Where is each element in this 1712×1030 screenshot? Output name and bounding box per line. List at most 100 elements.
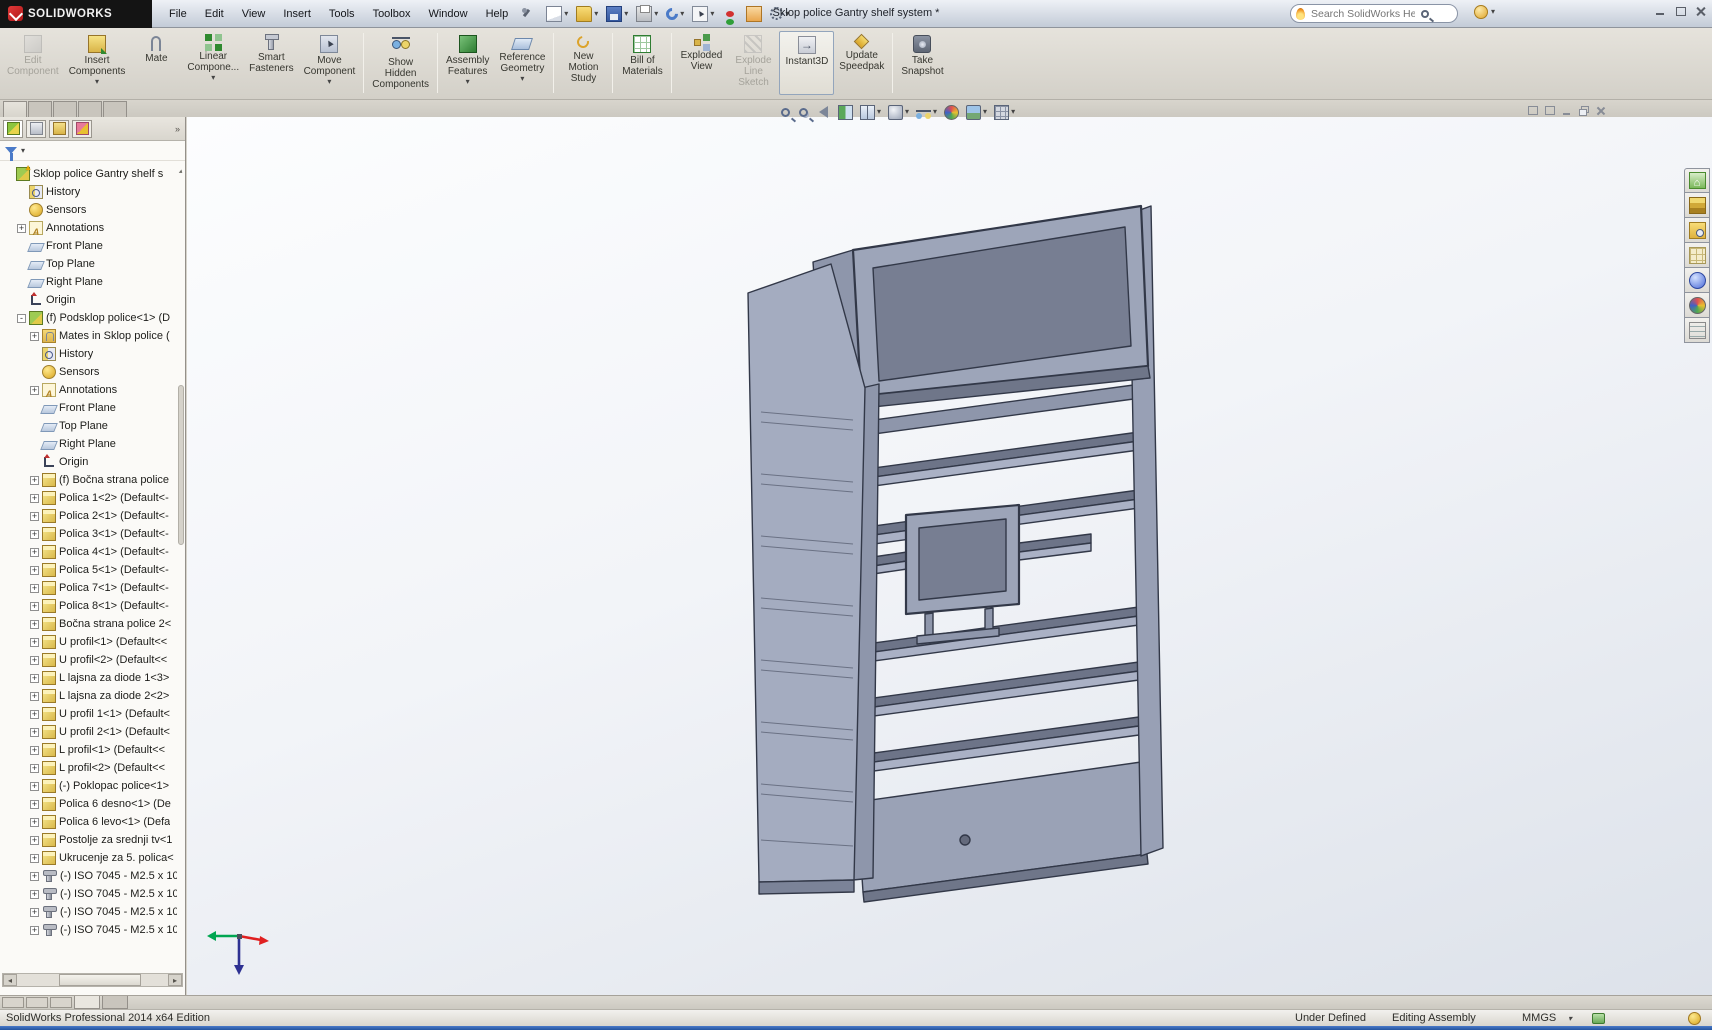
shelf-assembly-model[interactable] <box>727 192 1187 912</box>
tree-vertical-scrollbar[interactable] <box>178 385 184 545</box>
menu-item[interactable]: View <box>235 5 273 23</box>
tree-expander-icon[interactable]: + <box>30 710 39 719</box>
close-icon[interactable] <box>1695 6 1706 16</box>
tree-expander-icon[interactable]: + <box>30 764 39 773</box>
dropdown-arrow-icon[interactable] <box>983 108 987 116</box>
filter-funnel-icon[interactable] <box>5 147 17 154</box>
menu-item[interactable]: Insert <box>276 5 318 23</box>
tree-expander-icon[interactable]: + <box>30 584 39 593</box>
task-pane-tab[interactable] <box>1684 218 1710 243</box>
tree-expander-icon[interactable]: + <box>17 224 26 233</box>
menu-item[interactable]: Help <box>479 5 516 23</box>
quick-access-button[interactable] <box>633 4 661 24</box>
tree-expander-icon[interactable]: + <box>30 800 39 809</box>
scrollbar-thumb[interactable] <box>59 974 141 986</box>
dropdown-arrow-icon[interactable] <box>933 108 937 116</box>
tree-item[interactable]: + (-) ISO 7045 - M2.5 x 10 <box>0 921 177 939</box>
help-search-box[interactable] <box>1290 4 1458 23</box>
minimize-icon[interactable] <box>1562 106 1572 115</box>
tree-expander-icon[interactable]: + <box>30 728 39 737</box>
task-pane-tab[interactable] <box>1684 318 1710 343</box>
view-tool-button[interactable] <box>914 106 939 119</box>
panel-tab[interactable] <box>72 120 92 138</box>
ribbon-tab[interactable] <box>28 101 52 117</box>
model-tab[interactable] <box>102 996 128 1009</box>
task-pane-tab[interactable] <box>1684 293 1710 318</box>
quick-tips-icon[interactable] <box>1688 1012 1701 1025</box>
tree-item[interactable]: + Polica 6 desno<1> (De <box>0 795 177 813</box>
tree-item[interactable]: + Polica 2<1> (Default<- <box>0 507 177 525</box>
tree-item[interactable]: + U profil 1<1> (Default< <box>0 705 177 723</box>
task-pane-tab[interactable] <box>1684 193 1710 218</box>
tree-item[interactable]: + Bočna strana police 2< <box>0 615 177 633</box>
command-button[interactable]: Assembly Features <box>441 31 494 95</box>
command-button[interactable]: Mate <box>130 31 182 95</box>
tree-expander-icon[interactable]: + <box>30 656 39 665</box>
view-tool-button[interactable] <box>964 104 989 121</box>
tree-item[interactable]: History <box>0 183 177 201</box>
tree-item[interactable]: + Polica 1<2> (Default<- <box>0 489 177 507</box>
tree-expander-icon[interactable]: + <box>30 476 39 485</box>
model-tab[interactable] <box>74 996 100 1009</box>
tree-item[interactable]: + L profil<2> (Default<< <box>0 759 177 777</box>
tree-expander-icon[interactable]: + <box>30 746 39 755</box>
tree-item[interactable]: + Polica 8<1> (Default<- <box>0 597 177 615</box>
dropdown-arrow-icon[interactable] <box>95 78 99 86</box>
tree-item[interactable]: + Annotations <box>0 219 177 237</box>
tree-expander-icon[interactable]: + <box>30 890 39 899</box>
quick-access-button[interactable] <box>743 4 765 24</box>
view-tool-button[interactable] <box>836 104 855 121</box>
tree-expander-icon[interactable]: + <box>30 332 39 341</box>
command-button[interactable] <box>363 33 364 93</box>
tree-expander-icon[interactable]: + <box>30 674 39 683</box>
view-tool-button[interactable] <box>886 104 911 121</box>
tree-item[interactable]: + (f) Bočna strana police <box>0 471 177 489</box>
quick-access-button[interactable] <box>573 4 601 24</box>
quick-access-button[interactable] <box>663 6 687 22</box>
tree-item[interactable]: - (f) Podsklop police<1> (D <box>0 309 177 327</box>
dropdown-arrow-icon[interactable] <box>680 10 684 18</box>
command-button[interactable]: Show Hidden Components <box>367 31 434 95</box>
tree-item[interactable]: + U profil<1> (Default<< <box>0 633 177 651</box>
view-tool-button[interactable] <box>942 104 961 121</box>
tree-item[interactable]: + (-) ISO 7045 - M2.5 x 10 <box>0 885 177 903</box>
command-button[interactable]: Update Speedpak <box>834 31 889 95</box>
tree-item[interactable]: + L profil<1> (Default<< <box>0 741 177 759</box>
search-input[interactable] <box>1309 7 1417 21</box>
command-button[interactable] <box>671 33 672 93</box>
tree-expander-icon[interactable]: + <box>30 908 39 917</box>
dropdown-arrow-icon[interactable] <box>466 78 470 86</box>
task-pane-tab[interactable] <box>1684 243 1710 268</box>
help-community-button[interactable]: ▾ <box>1474 5 1495 19</box>
command-button[interactable]: Insert Components <box>64 31 131 95</box>
quick-access-button[interactable] <box>603 4 631 24</box>
tree-expander-icon[interactable]: + <box>30 386 39 395</box>
command-button[interactable]: Instant3D <box>779 31 834 95</box>
tree-horizontal-scrollbar[interactable] <box>2 973 183 987</box>
pane-splitter-button[interactable] <box>26 997 48 1008</box>
tree-item[interactable]: + L lajsna za diode 2<2> <box>0 687 177 705</box>
tree-item[interactable]: Front Plane <box>0 237 177 255</box>
task-pane-tab[interactable] <box>1684 268 1710 293</box>
quick-access-button[interactable] <box>719 8 741 20</box>
menu-item[interactable]: Window <box>421 5 474 23</box>
tree-item[interactable]: Front Plane <box>0 399 177 417</box>
command-button[interactable]: Reference Geometry <box>494 31 550 95</box>
command-button[interactable]: Move Component <box>299 31 361 95</box>
menu-item[interactable]: Edit <box>198 5 231 23</box>
tree-item[interactable]: + (-) ISO 7045 - M2.5 x 10 <box>0 867 177 885</box>
restore-icon[interactable] <box>1675 6 1686 16</box>
view-tool-button[interactable] <box>992 104 1017 121</box>
dropdown-arrow-icon[interactable] <box>710 10 714 18</box>
tree-item[interactable]: + Polica 3<1> (Default<- <box>0 525 177 543</box>
command-button[interactable]: Linear Compone... <box>182 31 244 95</box>
tree-expander-icon[interactable]: - <box>17 314 26 323</box>
panel-tab[interactable] <box>49 120 69 138</box>
dropdown-arrow-icon[interactable] <box>564 10 568 18</box>
scroll-right-arrow-icon[interactable] <box>168 974 182 986</box>
units-label[interactable]: MMGS <box>1522 1012 1556 1024</box>
dropdown-arrow-icon[interactable] <box>624 10 628 18</box>
command-button[interactable]: Exploded View <box>675 31 727 95</box>
tree-expander-icon[interactable]: + <box>30 620 39 629</box>
tag-icon[interactable] <box>1592 1013 1605 1024</box>
